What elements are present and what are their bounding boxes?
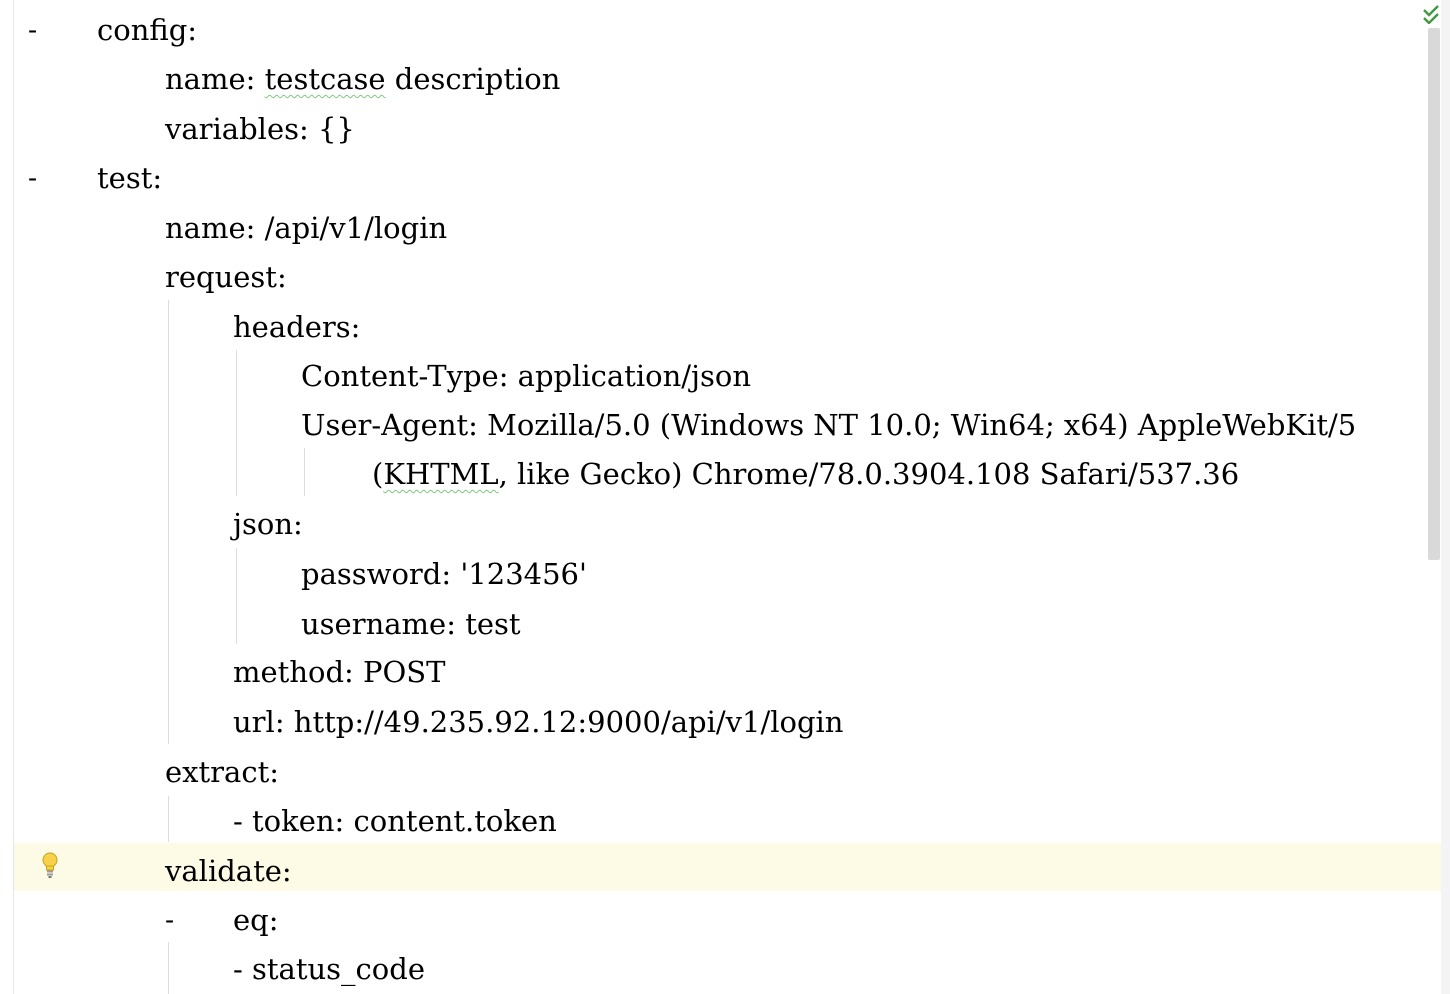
code-line[interactable]: validate: [165, 847, 292, 896]
code-line[interactable]: url: http://49.235.92.12:9000/api/v1/log… [233, 698, 843, 747]
code-line[interactable]: json: [233, 500, 303, 549]
scrollbar-track[interactable] [1441, 0, 1450, 994]
code-line[interactable]: config: [97, 6, 197, 55]
code-line[interactable]: User-Agent: Mozilla/5.0 (Windows NT 10.0… [301, 401, 1438, 450]
code-line[interactable]: username: test [301, 600, 521, 649]
code-editor[interactable]: - - - config: name: testcase description… [0, 0, 1450, 994]
code-line[interactable]: password: '123456' [301, 550, 587, 599]
code-line[interactable]: - token: content.token [233, 797, 557, 846]
scrollbar-thumb[interactable] [1428, 28, 1440, 560]
spelling-warning[interactable]: testcase [265, 62, 386, 96]
lightbulb-icon[interactable] [40, 851, 60, 879]
code-text: ( [372, 457, 384, 491]
indent-guide [168, 796, 169, 842]
code-line[interactable]: name: /api/v1/login [165, 204, 447, 253]
fold-marker[interactable]: - [28, 6, 37, 55]
code-line[interactable]: headers: [233, 303, 360, 352]
code-text: , like Gecko) Chrome/78.0.3904.108 Safar… [498, 457, 1240, 491]
indent-guide [304, 448, 305, 496]
code-line[interactable]: (KHTML, like Gecko) Chrome/78.0.3904.108… [372, 450, 1239, 499]
indent-guide [168, 942, 169, 994]
code-line[interactable]: - status_code [233, 945, 425, 994]
code-text: description [385, 62, 561, 96]
code-line[interactable]: request: [165, 253, 287, 302]
code-line[interactable]: eq: [233, 896, 279, 945]
code-line[interactable]: test: [97, 154, 162, 203]
list-dash: - [165, 905, 175, 936]
check-icon[interactable] [1422, 4, 1440, 24]
code-text: name: [165, 62, 265, 96]
code-line[interactable]: name: testcase description [165, 55, 560, 104]
code-line[interactable]: extract: [165, 748, 279, 797]
fold-marker[interactable]: - [28, 154, 37, 203]
code-line[interactable]: Content-Type: application/json [301, 352, 751, 401]
code-line[interactable]: variables: {} [165, 105, 355, 154]
indent-guide [168, 300, 169, 744]
code-line[interactable]: method: POST [233, 648, 446, 697]
spelling-warning[interactable]: KHTML [383, 457, 498, 491]
indent-guide [236, 350, 237, 496]
indent-guide [236, 548, 237, 644]
